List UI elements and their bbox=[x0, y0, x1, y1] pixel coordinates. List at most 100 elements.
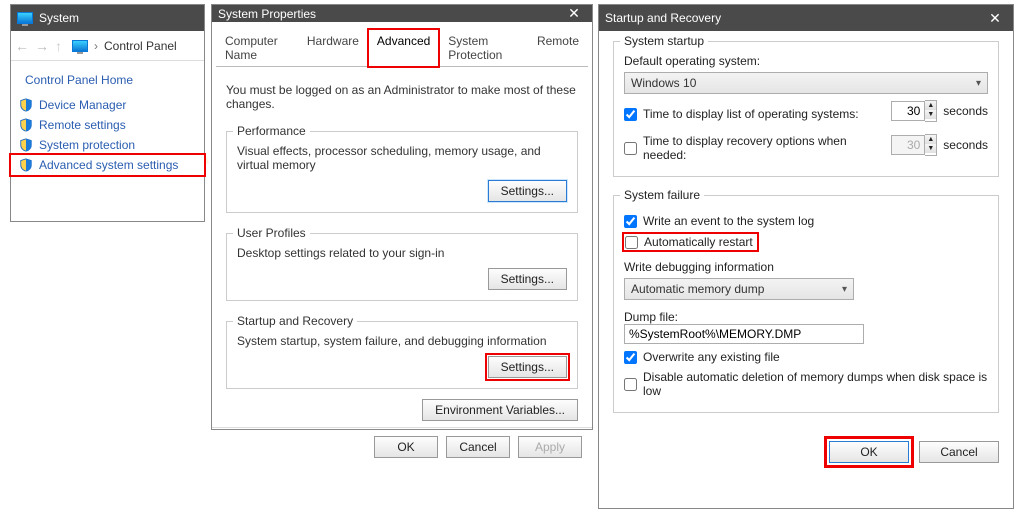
checkbox-input[interactable] bbox=[624, 215, 637, 228]
group-legend: Performance bbox=[233, 124, 310, 138]
dump-file-input[interactable] bbox=[624, 324, 864, 344]
time-list-value[interactable] bbox=[891, 101, 925, 121]
system-icon bbox=[17, 12, 33, 24]
startup-recovery-window: Startup and Recovery ✕ System startup De… bbox=[598, 4, 1014, 509]
sidebar-item-system-protection[interactable]: System protection bbox=[11, 135, 204, 155]
checkbox-overwrite[interactable]: Overwrite any existing file bbox=[624, 350, 988, 364]
checkbox-time-list[interactable]: Time to display list of operating system… bbox=[624, 107, 885, 121]
tab-hardware[interactable]: Hardware bbox=[298, 29, 368, 67]
debug-info-dropdown[interactable]: Automatic memory dump ▾ bbox=[624, 278, 854, 300]
group-desc: Desktop settings related to your sign-in bbox=[237, 246, 567, 260]
window-title: System bbox=[39, 11, 79, 25]
checkbox-time-recovery[interactable]: Time to display recovery options when ne… bbox=[624, 134, 885, 162]
ok-button[interactable]: OK bbox=[374, 436, 438, 458]
checkbox-auto-restart[interactable]: Automatically restart bbox=[624, 234, 757, 250]
dropdown-value: Automatic memory dump bbox=[631, 282, 764, 296]
forward-icon[interactable]: → bbox=[35, 38, 49, 54]
user-profiles-settings-button[interactable]: Settings... bbox=[488, 268, 567, 290]
tabs: Computer Name Hardware Advanced System P… bbox=[216, 28, 588, 67]
group-performance: Performance Visual effects, processor sc… bbox=[226, 131, 578, 213]
path-icon bbox=[72, 40, 88, 52]
window-title: Startup and Recovery bbox=[605, 11, 721, 25]
tab-computer-name[interactable]: Computer Name bbox=[216, 29, 298, 67]
write-debug-label: Write debugging information bbox=[624, 260, 988, 274]
checkbox-label: Automatically restart bbox=[644, 235, 753, 249]
sidebar-item-label: System protection bbox=[39, 138, 135, 152]
default-os-dropdown[interactable]: Windows 10 ▾ bbox=[624, 72, 988, 94]
group-desc: System startup, system failure, and debu… bbox=[237, 334, 567, 348]
system-window: System ← → ↑ › Control Panel Control Pan… bbox=[10, 4, 205, 222]
checkbox-input[interactable] bbox=[624, 351, 637, 364]
system-properties-window: System Properties ✕ Computer Name Hardwa… bbox=[211, 4, 593, 430]
group-system-startup: System startup Default operating system:… bbox=[613, 41, 999, 177]
checkbox-input[interactable] bbox=[625, 236, 638, 249]
group-user-profiles: User Profiles Desktop settings related t… bbox=[226, 233, 578, 301]
cancel-button[interactable]: Cancel bbox=[919, 441, 999, 463]
sidebar-item-label: Device Manager bbox=[39, 98, 126, 112]
group-system-failure: System failure Write an event to the sys… bbox=[613, 195, 999, 413]
seconds-label: seconds bbox=[943, 138, 988, 152]
breadcrumb-sep: › bbox=[94, 39, 98, 53]
spinner-icon[interactable]: ▲▼ bbox=[925, 134, 937, 156]
window-title: System Properties bbox=[218, 7, 316, 21]
control-panel-home-link[interactable]: Control Panel Home bbox=[11, 61, 204, 95]
sidebar-item-label: Remote settings bbox=[39, 118, 126, 132]
ok-button[interactable]: OK bbox=[829, 441, 909, 463]
tab-system-protection[interactable]: System Protection bbox=[439, 29, 528, 67]
titlebar: System bbox=[11, 5, 204, 31]
checkbox-input[interactable] bbox=[624, 142, 637, 155]
apply-button[interactable]: Apply bbox=[518, 436, 582, 458]
close-icon[interactable]: ✕ bbox=[983, 10, 1007, 27]
checkbox-label: Write an event to the system log bbox=[643, 214, 814, 228]
shield-icon bbox=[19, 118, 33, 132]
shield-icon bbox=[19, 138, 33, 152]
titlebar: Startup and Recovery ✕ bbox=[599, 5, 1013, 31]
cancel-button[interactable]: Cancel bbox=[446, 436, 510, 458]
checkbox-label: Time to display recovery options when ne… bbox=[643, 134, 885, 162]
back-icon[interactable]: ← bbox=[15, 38, 29, 54]
group-legend: System startup bbox=[620, 34, 708, 48]
checkbox-label: Disable automatic deletion of memory dum… bbox=[643, 370, 988, 398]
titlebar: System Properties ✕ bbox=[212, 5, 592, 22]
group-legend: Startup and Recovery bbox=[233, 314, 357, 328]
group-legend: User Profiles bbox=[233, 226, 310, 240]
time-recovery-spinner[interactable]: ▲▼ bbox=[891, 134, 937, 156]
dialog-buttons: OK Cancel bbox=[613, 431, 999, 463]
group-legend: System failure bbox=[620, 188, 704, 202]
up-icon[interactable]: ↑ bbox=[55, 38, 62, 54]
sidebar-item-device-manager[interactable]: Device Manager bbox=[11, 95, 204, 115]
default-os-label: Default operating system: bbox=[624, 54, 988, 68]
admin-note: You must be logged on as an Administrato… bbox=[226, 83, 578, 111]
environment-variables-button[interactable]: Environment Variables... bbox=[422, 399, 578, 421]
dump-file-label: Dump file: bbox=[624, 310, 988, 324]
seconds-label: seconds bbox=[943, 104, 988, 118]
performance-settings-button[interactable]: Settings... bbox=[488, 180, 567, 202]
sidebar-item-remote-settings[interactable]: Remote settings bbox=[11, 115, 204, 135]
shield-icon bbox=[19, 98, 33, 112]
checkbox-write-event[interactable]: Write an event to the system log bbox=[624, 214, 988, 228]
spinner-icon[interactable]: ▲▼ bbox=[925, 100, 937, 122]
group-desc: Visual effects, processor scheduling, me… bbox=[237, 144, 567, 172]
close-icon[interactable]: ✕ bbox=[562, 5, 586, 22]
startup-recovery-settings-button[interactable]: Settings... bbox=[488, 356, 567, 378]
breadcrumb[interactable]: Control Panel bbox=[104, 39, 177, 53]
shield-icon bbox=[19, 158, 33, 172]
chevron-down-icon: ▾ bbox=[842, 284, 847, 295]
dropdown-value: Windows 10 bbox=[631, 76, 696, 90]
chevron-down-icon: ▾ bbox=[976, 78, 981, 89]
checkbox-label: Overwrite any existing file bbox=[643, 350, 780, 364]
group-startup-recovery: Startup and Recovery System startup, sys… bbox=[226, 321, 578, 389]
checkbox-disable-auto-delete[interactable]: Disable automatic deletion of memory dum… bbox=[624, 370, 988, 398]
sidebar-item-advanced-system-settings[interactable]: Advanced system settings bbox=[11, 155, 204, 175]
tab-panel-advanced: You must be logged on as an Administrato… bbox=[212, 67, 592, 421]
tab-remote[interactable]: Remote bbox=[528, 29, 588, 67]
tab-advanced[interactable]: Advanced bbox=[368, 29, 439, 67]
checkbox-label: Time to display list of operating system… bbox=[643, 107, 859, 121]
nav-bar: ← → ↑ › Control Panel bbox=[11, 31, 204, 61]
sidebar-item-label: Advanced system settings bbox=[39, 158, 178, 172]
time-list-spinner[interactable]: ▲▼ bbox=[891, 100, 937, 122]
checkbox-input[interactable] bbox=[624, 108, 637, 121]
time-recovery-value[interactable] bbox=[891, 135, 925, 155]
checkbox-input[interactable] bbox=[624, 378, 637, 391]
dialog-buttons: OK Cancel Apply bbox=[212, 427, 592, 466]
